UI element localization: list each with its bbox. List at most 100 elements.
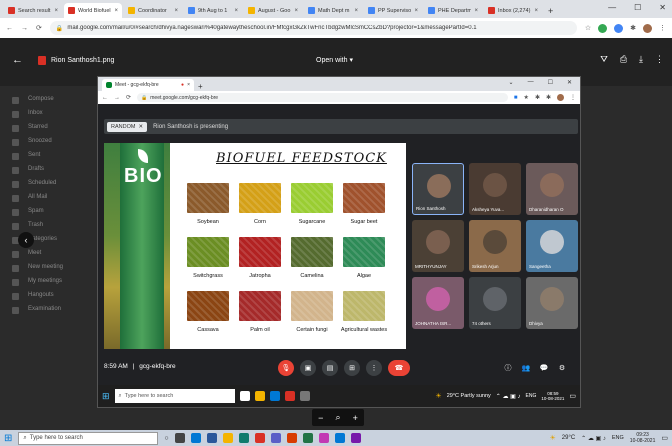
app-icon[interactable] bbox=[318, 433, 329, 443]
browser-tab[interactable]: August - Goo × bbox=[244, 3, 302, 18]
close-icon: ✕ bbox=[566, 80, 572, 86]
forward-arrow-icon[interactable]: → bbox=[21, 25, 28, 32]
gmail-sidebar-item: Trash bbox=[28, 222, 44, 228]
inner-url-text: meet.google.com/gcg-ekfq-bre bbox=[150, 94, 219, 101]
lock-icon: 🔒 bbox=[55, 25, 64, 32]
reload-icon[interactable]: ⟳ bbox=[36, 24, 42, 32]
info-icon: ⓘ bbox=[504, 365, 512, 372]
inner-taskbar-search: ⌕ Type here to search bbox=[114, 389, 235, 403]
browser-tab[interactable]: PHE Departm × bbox=[424, 3, 482, 18]
back-arrow-icon[interactable]: ← bbox=[12, 54, 23, 66]
new-tab-button[interactable]: + bbox=[548, 3, 553, 18]
extension-icon[interactable] bbox=[614, 23, 624, 33]
windows-start-icon[interactable]: ⊞ bbox=[4, 433, 12, 444]
inner-address-bar: ← → ⟳ 🔒 meet.google.com/gcg-ekfq-bre ■ ★… bbox=[98, 91, 580, 104]
download-icon[interactable]: ⤓ bbox=[639, 54, 643, 65]
close-tab-icon[interactable]: × bbox=[354, 8, 358, 14]
slide-brand: BIO bbox=[124, 165, 163, 187]
browser-tab[interactable]: Coordinator × bbox=[124, 3, 182, 18]
zoom-magnifier-icon[interactable]: ⌕ bbox=[335, 412, 340, 423]
close-icon: ✕ bbox=[138, 123, 144, 130]
file-explorer-icon[interactable] bbox=[222, 433, 233, 443]
browser-tab[interactable]: Math Dept m × bbox=[304, 3, 362, 18]
tab-label: Math Dept m bbox=[318, 7, 350, 14]
maximize-icon[interactable]: ☐ bbox=[634, 3, 641, 12]
zoom-out-button[interactable]: − bbox=[318, 413, 323, 423]
previous-image-button[interactable]: ‹ bbox=[18, 232, 34, 248]
minimize-icon[interactable]: — bbox=[608, 3, 616, 12]
onenote-icon[interactable] bbox=[350, 433, 361, 443]
taskbar-clock[interactable]: 09:23 10-08-2021 bbox=[630, 432, 656, 444]
address-bar-row: ← → ⟳ 🔒 mail.google.com/mail/u/0/#search… bbox=[0, 18, 672, 38]
profile-avatar[interactable] bbox=[643, 23, 652, 33]
edge-icon[interactable] bbox=[238, 433, 249, 443]
crop-photo bbox=[291, 237, 333, 267]
slide-title: BIOFUEL FEEDSTOCK bbox=[216, 151, 387, 166]
close-icon: × bbox=[187, 82, 190, 88]
star-icon[interactable]: ☆ bbox=[585, 24, 591, 32]
store-icon[interactable] bbox=[190, 433, 201, 443]
browser-tab-strip: Search result × World Biofuel × Coordinator ×… bbox=[0, 0, 672, 18]
close-tab-icon[interactable]: × bbox=[294, 8, 298, 14]
close-tab-icon[interactable]: × bbox=[174, 8, 178, 14]
url-field[interactable]: 🔒 mail.google.com/mail/u/0/#search/dhivy… bbox=[49, 21, 577, 35]
menu-dots-icon: ⋮ bbox=[570, 95, 576, 101]
back-arrow-icon[interactable]: ← bbox=[6, 25, 13, 32]
chrome-icon[interactable] bbox=[254, 433, 265, 443]
cortana-icon[interactable]: ○ bbox=[164, 435, 168, 442]
participant-avatar bbox=[426, 287, 450, 311]
presentation-slide: BIO BIOFUEL FEEDSTOCK Soybean Corn Sugarca… bbox=[104, 143, 406, 349]
lock-icon: 🔒 bbox=[141, 94, 148, 101]
task-view-icon[interactable] bbox=[174, 433, 185, 443]
browser-tab[interactable]: World Biofuel × bbox=[64, 3, 122, 18]
close-tab-icon[interactable]: × bbox=[414, 8, 418, 14]
extension-icon[interactable] bbox=[598, 23, 608, 33]
tray-icons[interactable]: ⌃ ☁ ▣ ♪ bbox=[581, 435, 606, 442]
close-tab-icon[interactable]: × bbox=[534, 8, 538, 14]
crop-photo bbox=[187, 237, 229, 267]
sidebar-icon bbox=[12, 125, 19, 132]
favicon-icon bbox=[488, 7, 495, 14]
more-options-icon[interactable]: ⋮ bbox=[655, 54, 664, 65]
close-tab-icon[interactable]: × bbox=[114, 8, 118, 14]
inner-tab-label: Meet - gcg-ekfq-bre bbox=[115, 82, 159, 88]
powerpoint-icon[interactable] bbox=[286, 433, 297, 443]
image-file-icon bbox=[38, 56, 46, 65]
open-with-button[interactable]: Open with ▾ bbox=[310, 54, 359, 66]
print-icon[interactable]: ⎙ bbox=[620, 54, 627, 65]
close-tab-icon[interactable]: × bbox=[474, 8, 478, 14]
url-text: mail.google.com/mail/u/0/#search/dhivya.… bbox=[67, 25, 477, 31]
teams-icon[interactable] bbox=[270, 433, 281, 443]
inner-clock: 08:59 10-08-2021 bbox=[541, 391, 564, 401]
zoom-in-button[interactable]: + bbox=[353, 413, 358, 423]
crop-photo bbox=[187, 183, 229, 213]
browser-tab[interactable]: Search result × bbox=[4, 3, 62, 18]
browser-tab[interactable]: 9th Aug to 1 × bbox=[184, 3, 242, 18]
close-tab-icon[interactable]: × bbox=[54, 8, 58, 14]
close-icon[interactable]: ✕ bbox=[659, 3, 666, 12]
gmail-sidebar-item: Compose bbox=[28, 96, 54, 102]
tab-label: PHE Departm bbox=[438, 7, 472, 14]
puzzle-icon[interactable]: ✱ bbox=[630, 24, 636, 32]
meet-icon bbox=[106, 82, 112, 88]
sidebar-icon bbox=[12, 195, 19, 202]
gmail-sidebar-item: Starred bbox=[28, 124, 48, 130]
participant-avatar bbox=[540, 287, 564, 311]
more-options-icon: ⋮ bbox=[366, 360, 382, 376]
close-tab-icon[interactable]: × bbox=[234, 8, 238, 14]
menu-dots-icon[interactable]: ⋮ bbox=[659, 24, 666, 32]
taskbar-search[interactable]: ⌕ Type here to search bbox=[18, 431, 159, 445]
browser-tab[interactable]: PP Supervisor × bbox=[364, 3, 422, 18]
meeting-separator: | bbox=[132, 363, 135, 370]
excel-icon[interactable] bbox=[302, 433, 313, 443]
word-icon[interactable] bbox=[206, 433, 217, 443]
notification-icon[interactable]: ▭ bbox=[661, 434, 668, 442]
outlook-icon[interactable] bbox=[334, 433, 345, 443]
browser-tab[interactable]: Inbox (2,274) × bbox=[484, 3, 542, 18]
crop-item: Corn bbox=[236, 183, 284, 225]
add-to-drive-icon[interactable]: ⛛ bbox=[600, 54, 608, 65]
chevron-down-icon: ⌄ bbox=[508, 80, 514, 86]
taskbar-lang[interactable]: ENG bbox=[612, 435, 624, 441]
crop-item: Sugarcane bbox=[288, 183, 336, 225]
file-name-text: Rion Santhosh1.png bbox=[51, 57, 115, 64]
